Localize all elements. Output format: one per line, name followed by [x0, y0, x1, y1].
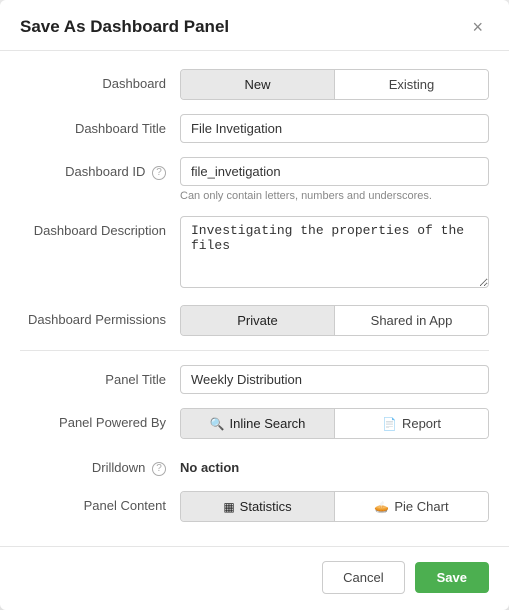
statistics-icon: ▦: [223, 500, 234, 514]
panel-content-statistics-button[interactable]: ▦Statistics: [181, 492, 335, 521]
report-icon: 📄: [382, 417, 397, 431]
dashboard-id-hint: Can only contain letters, numbers and un…: [180, 190, 489, 202]
save-as-dashboard-panel-modal: Save As Dashboard Panel × Dashboard New …: [0, 0, 509, 610]
panel-content-row: Panel Content ▦Statistics 🥧Pie Chart: [20, 491, 489, 522]
dashboard-toggle-group: New Existing: [180, 69, 489, 100]
powered-by-inline-search-button[interactable]: 🔍Inline Search: [181, 409, 335, 438]
powered-by-toggle-group: 🔍Inline Search 📄Report: [180, 408, 489, 439]
dashboard-title-input[interactable]: [180, 114, 489, 143]
dashboard-id-wrap: Can only contain letters, numbers and un…: [180, 157, 489, 202]
permissions-shared-button[interactable]: Shared in App: [335, 306, 488, 335]
dashboard-new-button[interactable]: New: [181, 70, 335, 99]
close-button[interactable]: ×: [466, 16, 489, 38]
panel-content-toggle-group: ▦Statistics 🥧Pie Chart: [180, 491, 489, 522]
panel-content-label: Panel Content: [20, 491, 180, 515]
drilldown-label: Drilldown ?: [20, 453, 180, 477]
dashboard-description-row: Dashboard Description Investigating the …: [20, 216, 489, 291]
powered-by-report-button[interactable]: 📄Report: [335, 409, 488, 438]
panel-powered-by-row: Panel Powered By 🔍Inline Search 📄Report: [20, 408, 489, 439]
modal-body: Dashboard New Existing Dashboard Title D…: [0, 51, 509, 546]
dashboard-id-input[interactable]: [180, 157, 489, 186]
section-divider: [20, 350, 489, 351]
dashboard-existing-button[interactable]: Existing: [335, 70, 488, 99]
dashboard-description-label: Dashboard Description: [20, 216, 180, 240]
drilldown-row: Drilldown ? No action: [20, 453, 489, 477]
panel-title-wrap: [180, 365, 489, 394]
permissions-toggle-group: Private Shared in App: [180, 305, 489, 336]
panel-powered-by-label: Panel Powered By: [20, 408, 180, 432]
modal-header: Save As Dashboard Panel ×: [0, 0, 509, 51]
modal-title: Save As Dashboard Panel: [20, 17, 229, 37]
dashboard-title-row: Dashboard Title: [20, 114, 489, 143]
dashboard-id-label: Dashboard ID ?: [20, 157, 180, 181]
permissions-private-button[interactable]: Private: [181, 306, 335, 335]
search-icon: 🔍: [210, 417, 225, 431]
dashboard-description-input[interactable]: Investigating the properties of the file…: [180, 216, 489, 288]
dashboard-id-help-icon[interactable]: ?: [152, 166, 166, 180]
dashboard-title-label: Dashboard Title: [20, 114, 180, 138]
dashboard-permissions-label: Dashboard Permissions: [20, 305, 180, 329]
drilldown-value: No action: [180, 453, 489, 475]
panel-title-input[interactable]: [180, 365, 489, 394]
panel-content-pie-chart-button[interactable]: 🥧Pie Chart: [335, 492, 488, 521]
panel-title-row: Panel Title: [20, 365, 489, 394]
save-button[interactable]: Save: [415, 562, 489, 593]
pie-chart-icon: 🥧: [374, 500, 389, 514]
dashboard-label: Dashboard: [20, 69, 180, 93]
dashboard-toggle-wrap: New Existing: [180, 69, 489, 100]
panel-powered-by-wrap: 🔍Inline Search 📄Report: [180, 408, 489, 439]
dashboard-permissions-row: Dashboard Permissions Private Shared in …: [20, 305, 489, 336]
cancel-button[interactable]: Cancel: [322, 561, 404, 594]
panel-content-wrap: ▦Statistics 🥧Pie Chart: [180, 491, 489, 522]
drilldown-help-icon[interactable]: ?: [152, 462, 166, 476]
dashboard-description-wrap: Investigating the properties of the file…: [180, 216, 489, 291]
dashboard-row: Dashboard New Existing: [20, 69, 489, 100]
drilldown-value-wrap: No action: [180, 453, 489, 475]
dashboard-title-wrap: [180, 114, 489, 143]
dashboard-permissions-wrap: Private Shared in App: [180, 305, 489, 336]
panel-title-label: Panel Title: [20, 365, 180, 389]
dashboard-id-row: Dashboard ID ? Can only contain letters,…: [20, 157, 489, 202]
modal-footer: Cancel Save: [0, 546, 509, 610]
